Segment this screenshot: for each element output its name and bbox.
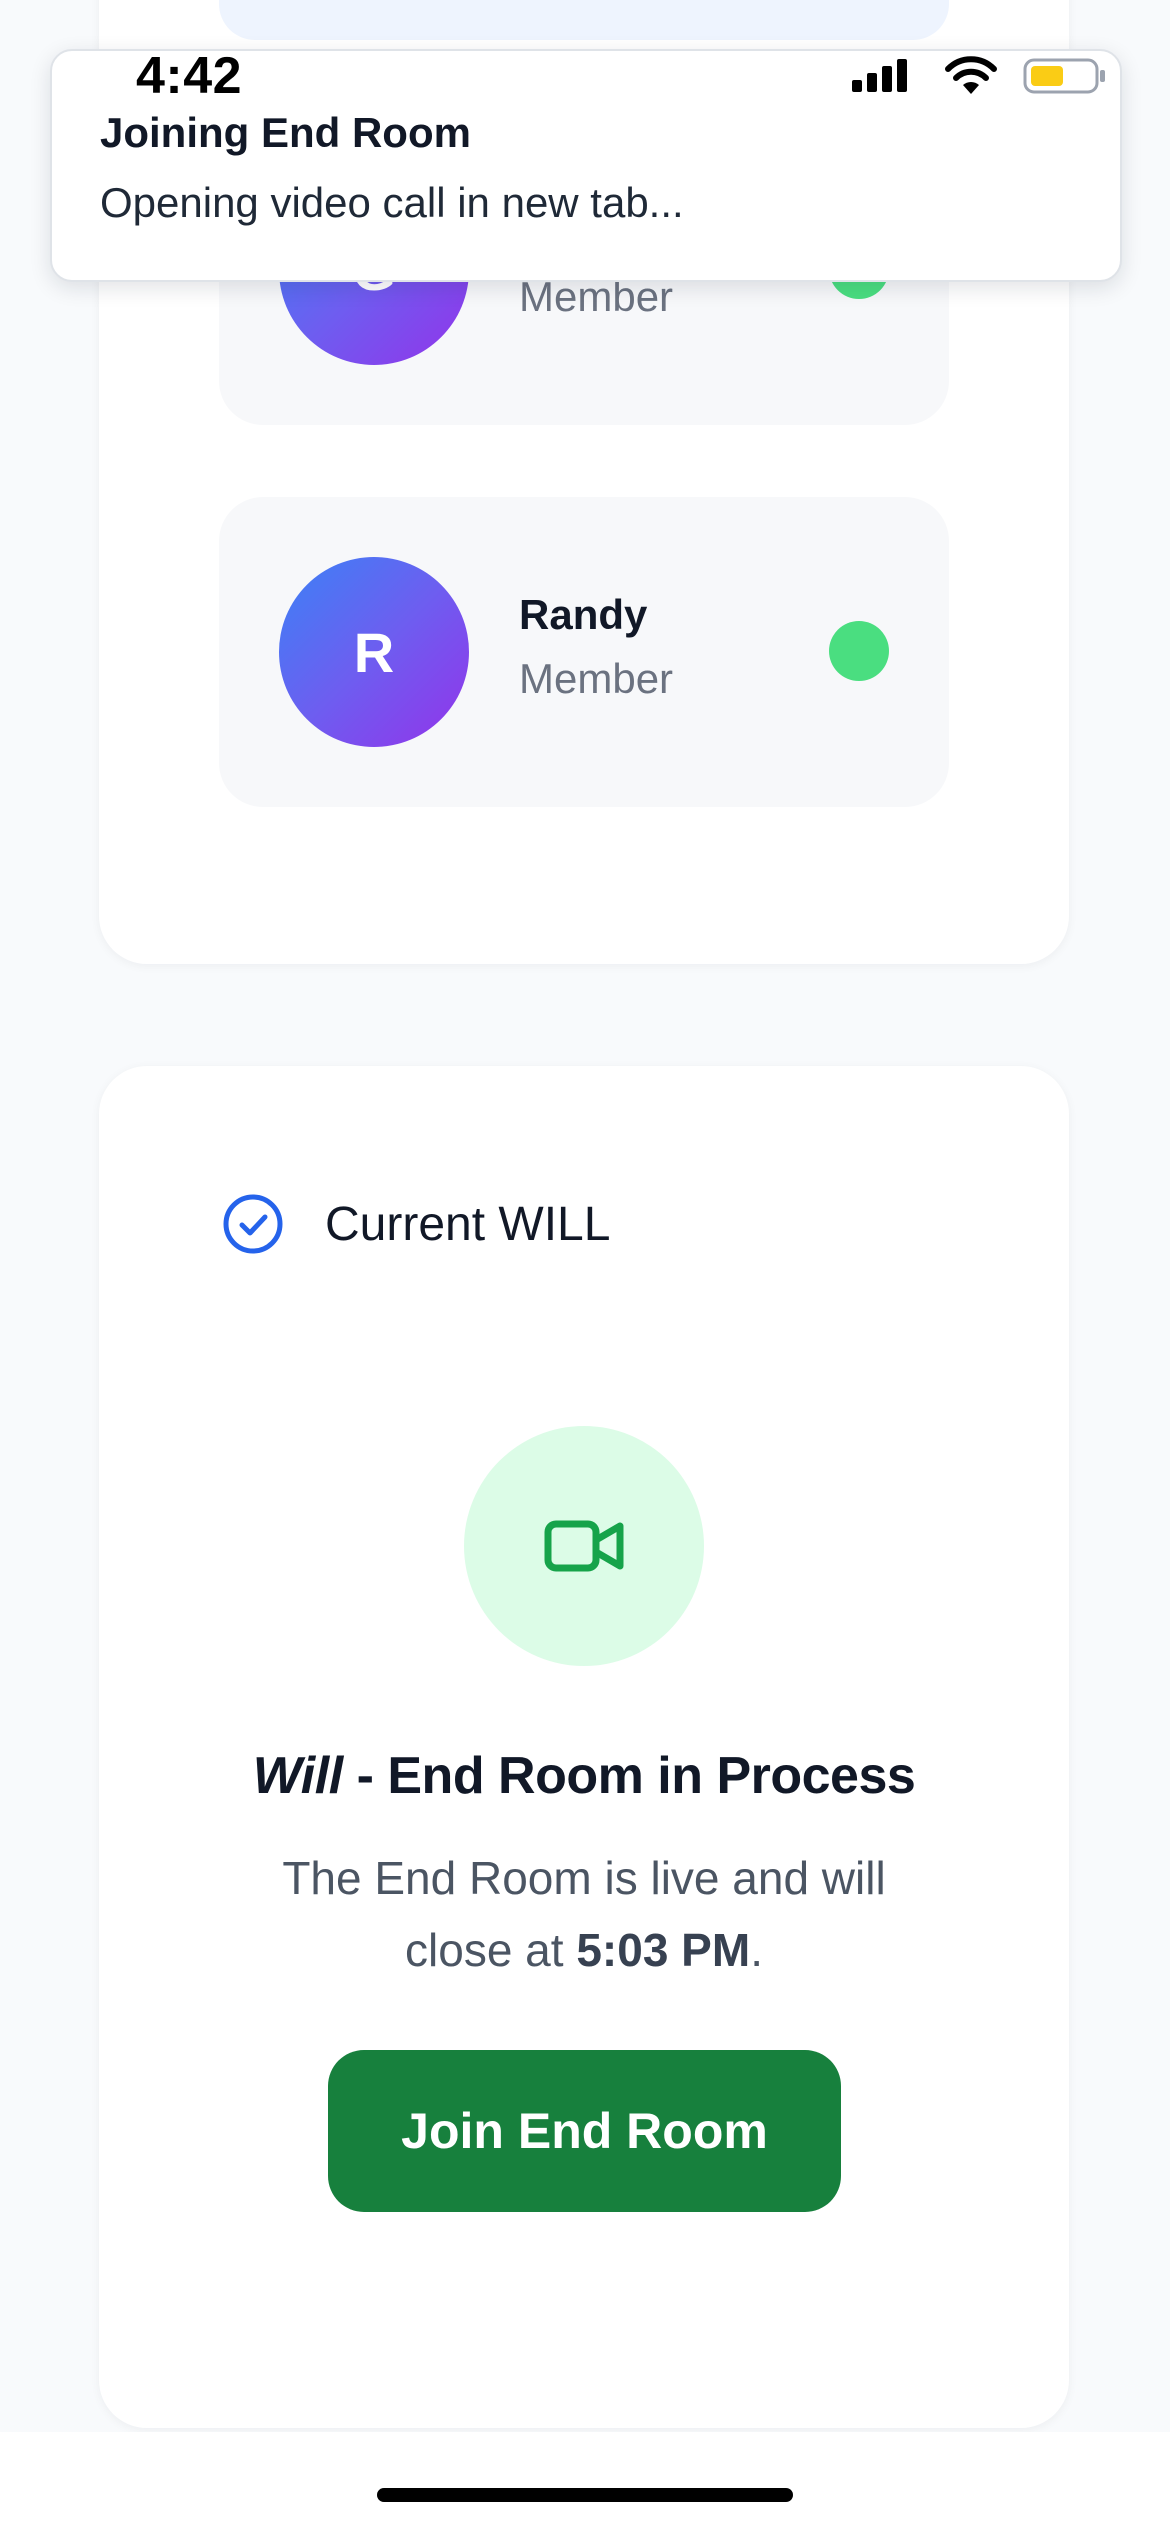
home-indicator[interactable] [377,2488,793,2502]
join-end-room-button[interactable]: Join End Room [328,2050,841,2212]
member-avatar: R [279,557,469,747]
highlighted-item-partial [219,0,949,40]
bottom-safe-area [0,2432,1170,2532]
check-circle-icon [223,1194,283,1254]
current-will-card: Current WILL Will - End Room in Process … [99,1066,1069,2428]
close-time: 5:03 PM [576,1924,751,1976]
wifi-icon [945,56,997,94]
will-card-title: Current WILL [325,1197,611,1251]
status-bar-time: 4:42 [136,47,243,105]
heading-status-text: - End Room in Process [342,1747,916,1805]
room-status-description: The End Room is live and will close at 5… [239,1842,929,1986]
room-status-heading: Will - End Room in Process [99,1746,1069,1806]
toast-title: Joining End Room [100,109,471,156]
member-name: Randy [519,591,648,638]
description-end: . [750,1924,763,1976]
video-camera-icon [544,1520,624,1572]
video-status-badge [464,1426,704,1666]
toast-message: Opening video call in new tab... [100,179,684,226]
signal-bars-icon [852,59,907,92]
member-role: Member [519,655,674,702]
battery-low-icon [1023,58,1105,94]
online-status-dot [829,621,889,681]
join-button-label: Join End Room [401,2103,768,2159]
status-bar-icons [850,54,1108,98]
will-card-header: Current WILL [221,1192,610,1256]
heading-will-emphasis: Will [252,1747,343,1805]
member-row: R Randy Member [219,497,949,807]
avatar-initial: R [353,620,395,684]
